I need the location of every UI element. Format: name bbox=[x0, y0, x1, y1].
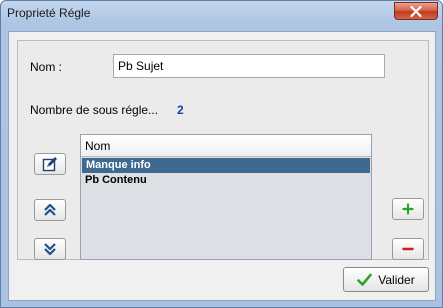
checkmark-icon bbox=[357, 273, 373, 286]
remove-button[interactable] bbox=[392, 238, 424, 260]
list-item[interactable]: Pb Contenu bbox=[81, 173, 371, 188]
edit-button[interactable] bbox=[34, 153, 66, 175]
minus-icon bbox=[402, 247, 414, 251]
valider-button[interactable]: Valider bbox=[343, 267, 429, 292]
close-button[interactable] bbox=[394, 2, 438, 20]
nom-label: Nom : bbox=[30, 60, 63, 74]
list-column-header-nom[interactable]: Nom bbox=[81, 135, 371, 157]
double-chevron-up-icon bbox=[44, 203, 56, 216]
sub-rule-count-label: Nombre de sous régle... bbox=[30, 103, 159, 117]
move-down-button[interactable] bbox=[34, 238, 66, 260]
sub-rule-list[interactable]: Nom Manque info Pb Contenu bbox=[80, 134, 372, 260]
dialog-window: Proprieté Régle Nom : Nombre de sous rég… bbox=[0, 0, 443, 308]
valider-label: Valider bbox=[378, 272, 415, 287]
sub-rule-count-value: 2 bbox=[177, 103, 184, 117]
rule-properties-panel: Nom : Nombre de sous régle... 2 bbox=[17, 40, 429, 260]
title-bar[interactable]: Proprieté Régle bbox=[1, 1, 442, 25]
edit-icon bbox=[42, 157, 57, 172]
add-button[interactable] bbox=[392, 198, 424, 220]
dialog-content: Nom : Nombre de sous régle... 2 bbox=[8, 31, 436, 301]
plus-icon bbox=[402, 203, 414, 215]
window-title: Proprieté Régle bbox=[7, 6, 91, 20]
close-icon bbox=[410, 5, 422, 17]
double-chevron-down-icon bbox=[44, 243, 56, 256]
move-up-button[interactable] bbox=[34, 199, 66, 221]
list-item[interactable]: Manque info bbox=[82, 158, 370, 173]
nom-input[interactable] bbox=[113, 54, 385, 78]
